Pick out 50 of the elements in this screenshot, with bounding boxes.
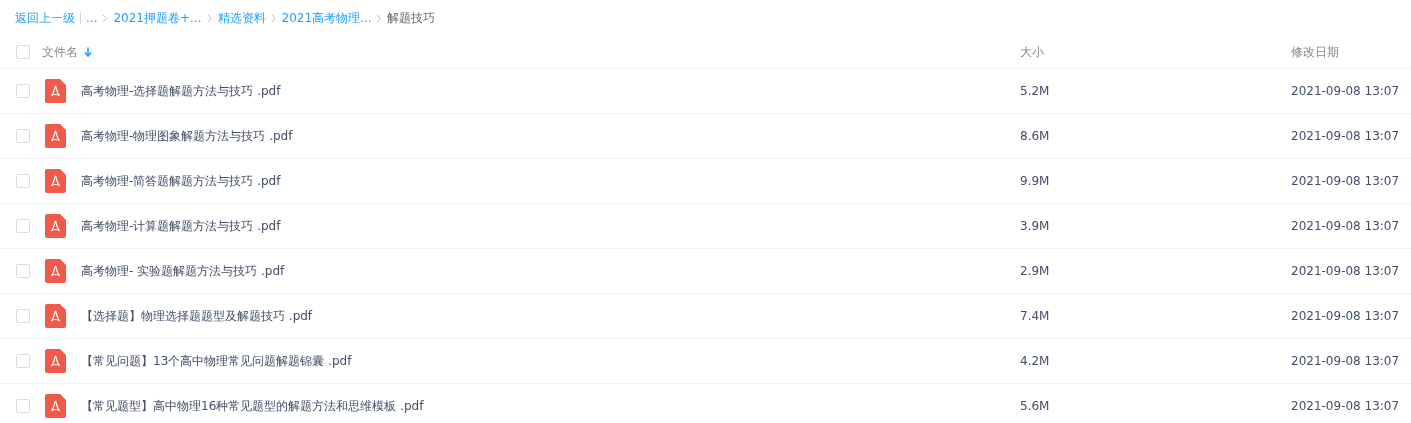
column-header[interactable]: 修改日期	[1291, 43, 1339, 61]
file-name[interactable]: 【常见题型】高中物理16种常见题型的解题方法和思维模板 .pdf	[81, 397, 424, 415]
file-name[interactable]: 【选择题】物理选择题题型及解题技巧 .pdf	[81, 307, 313, 325]
chevron-icon	[206, 13, 213, 23]
column-header[interactable]: 文件名	[42, 43, 92, 61]
pdf-file-icon	[45, 214, 66, 238]
chevron-icon	[102, 13, 109, 23]
file-name[interactable]: 高考物理-简答题解题方法与技巧 .pdf	[81, 172, 281, 190]
row-checkbox[interactable]	[16, 399, 30, 413]
pdf-file-icon	[45, 394, 66, 418]
row-checkbox[interactable]	[16, 309, 30, 323]
modified-date: 2021-09-08 13:07	[1291, 174, 1400, 188]
breadcrumb-current: 解题技巧	[387, 9, 436, 27]
file-size: 4.2M	[1020, 354, 1050, 368]
file-size: 5.2M	[1020, 84, 1050, 98]
row-checkbox[interactable]	[16, 84, 30, 98]
modified-date: 2021-09-08 13:07	[1291, 129, 1400, 143]
file-size: 8.6M	[1020, 129, 1050, 143]
pdf-file-icon	[45, 124, 66, 148]
select-all-checkbox[interactable]	[16, 45, 30, 59]
file-size: 9.9M	[1020, 174, 1050, 188]
row-checkbox[interactable]	[16, 219, 30, 233]
modified-date: 2021-09-08 13:07	[1291, 84, 1400, 98]
file-name[interactable]: 高考物理- 实验题解题方法与技巧 .pdf	[81, 262, 285, 280]
modified-date: 2021-09-08 13:07	[1291, 399, 1400, 413]
chevron-icon	[270, 13, 277, 23]
pdf-file-icon	[45, 304, 66, 328]
modified-date: 2021-09-08 13:07	[1291, 219, 1400, 233]
row-checkbox[interactable]	[16, 264, 30, 278]
file-name[interactable]: 【常见问题】13个高中物理常见问题解题锦囊 .pdf	[81, 352, 352, 370]
file-name[interactable]: 高考物理-选择题解题方法与技巧 .pdf	[81, 82, 281, 100]
pdf-file-icon	[45, 79, 66, 103]
file-name[interactable]: 高考物理-物理图象解题方法与技巧 .pdf	[81, 127, 293, 145]
row-checkbox[interactable]	[16, 354, 30, 368]
modified-date: 2021-09-08 13:07	[1291, 309, 1400, 323]
chevron-icon	[376, 13, 383, 23]
sort-arrow-icon[interactable]	[84, 47, 92, 57]
row-checkbox[interactable]	[16, 129, 30, 143]
file-size: 2.9M	[1020, 264, 1050, 278]
column-header[interactable]: 大小	[1020, 43, 1044, 61]
modified-date: 2021-09-08 13:07	[1291, 354, 1400, 368]
pdf-file-icon	[45, 349, 66, 373]
modified-date: 2021-09-08 13:07	[1291, 264, 1400, 278]
row-checkbox[interactable]	[16, 174, 30, 188]
pdf-file-icon	[45, 169, 66, 193]
file-size: 7.4M	[1020, 309, 1050, 323]
file-size: 3.9M	[1020, 219, 1050, 233]
file-size: 5.6M	[1020, 399, 1050, 413]
file-name[interactable]: 高考物理-计算题解题方法与技巧 .pdf	[81, 217, 281, 235]
pdf-file-icon	[45, 259, 66, 283]
